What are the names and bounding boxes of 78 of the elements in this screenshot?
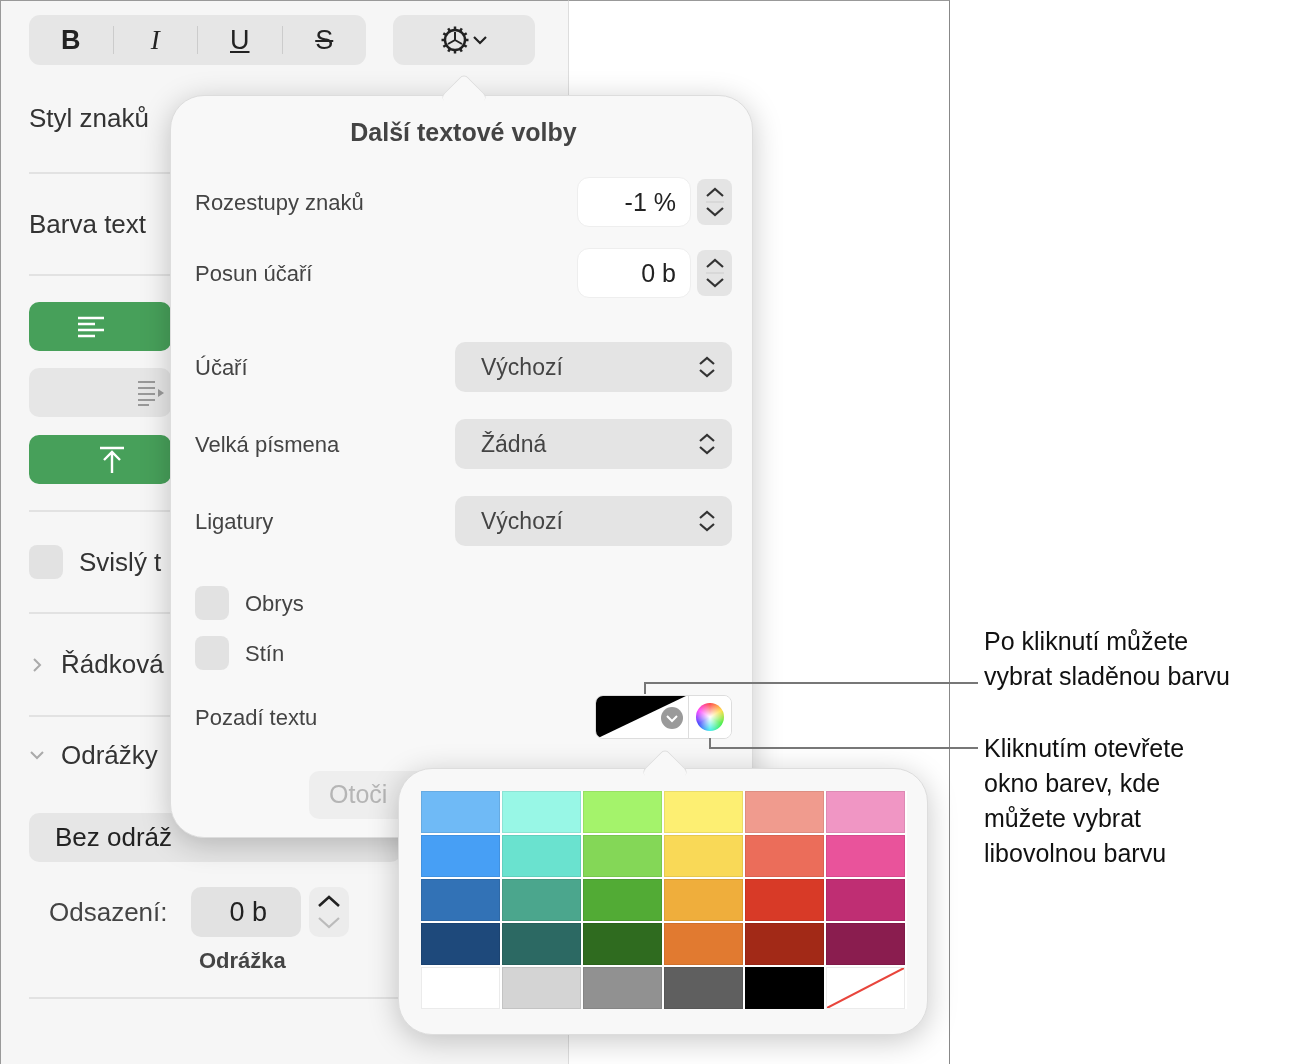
italic-button[interactable]: I [113,22,197,58]
option-label: Účaří [195,353,248,382]
text-color-label: Barva text [29,207,147,241]
color-swatch[interactable] [421,879,500,921]
color-swatch[interactable] [826,835,905,877]
value-field[interactable]: 0 b [577,248,691,298]
color-swatch[interactable] [664,923,743,965]
up-down-icon [698,509,716,533]
popup-menu-button[interactable]: Výchozí [455,342,732,392]
popover-title: Další textové volby [350,118,577,146]
checkbox-label: Obrys [245,589,304,618]
color-swatch[interactable] [583,879,662,921]
stepper[interactable] [697,250,732,296]
color-swatch[interactable] [664,879,743,921]
fill-color-button[interactable] [596,696,688,738]
color-swatch[interactable] [664,791,743,833]
color-wheel-icon [696,703,724,731]
indent-button[interactable] [29,368,171,417]
color-wheel-button[interactable] [688,696,731,738]
color-swatch[interactable] [421,835,500,877]
vertical-text-label: Svislý t [79,545,162,579]
color-swatch[interactable] [502,967,581,1009]
color-swatch[interactable] [502,835,581,877]
color-swatch[interactable] [583,791,662,833]
popup-menu-button[interactable]: Výchozí [455,496,732,546]
option-label: Velká písmena [195,430,340,459]
stepper[interactable] [697,179,732,225]
color-swatch[interactable] [583,923,662,965]
align-top-button[interactable] [29,435,171,484]
gear-icon [440,25,470,55]
section-header[interactable]: Odrážky [61,735,158,775]
no-color-icon [827,968,904,1008]
color-swatch[interactable] [826,879,905,921]
callout-text: Po kliknutí můžete vybrat sladěnou barvu [984,626,1230,692]
underline-button[interactable]: U [198,22,282,58]
color-swatch[interactable] [745,923,824,965]
up-down-icon [698,355,716,379]
strikethrough-button[interactable]: S [282,22,366,58]
align-left-icon [77,314,105,339]
chevron-circle-icon [661,707,683,729]
option-label: Pozadí textu [195,703,318,732]
color-swatch[interactable] [583,967,662,1009]
up-down-icon [698,432,716,456]
option-label: Posun účaří [195,259,313,288]
section-header[interactable]: Řádková [61,645,164,684]
indent-icon [137,379,165,406]
color-swatch[interactable] [664,835,743,877]
color-swatch[interactable] [745,879,824,921]
color-swatch[interactable] [502,791,581,833]
option-label: Ligatury [195,507,274,536]
color-swatch[interactable] [583,835,662,877]
color-swatch[interactable] [502,923,581,965]
stepper[interactable] [309,887,349,937]
color-swatch[interactable] [745,791,824,833]
color-swatch[interactable] [826,923,905,965]
align-top-icon [99,445,125,474]
indent-field[interactable]: 0 b [191,887,301,937]
color-swatch[interactable] [664,967,743,1009]
caret-icon [472,34,488,46]
color-preview-icon [596,696,688,738]
value-field[interactable]: -1 % [577,177,691,227]
color-swatch[interactable] [502,879,581,921]
no-color-swatch[interactable] [826,967,905,1009]
color-swatch[interactable] [745,835,824,877]
bold-button[interactable]: B [29,22,113,58]
color-swatch[interactable] [745,967,824,1009]
color-swatch[interactable] [421,923,500,965]
align-left-button[interactable] [29,302,171,351]
character-style-label: Styl znaků [29,102,149,135]
more-options-button[interactable] [393,15,535,65]
option-label: Rozestupy znaků [195,188,364,217]
indent-label: Odsazení: [49,895,169,929]
indent-caption: Odrážka [199,947,286,975]
callout-text: Kliknutím otevřete okno barev, kde můžete vybrat libovolnou barvu [984,733,1185,869]
color-swatch[interactable] [826,791,905,833]
checkbox-label: Stín [245,639,285,668]
popup-menu-button[interactable]: Žádná [455,419,732,469]
color-swatch[interactable] [421,791,500,833]
